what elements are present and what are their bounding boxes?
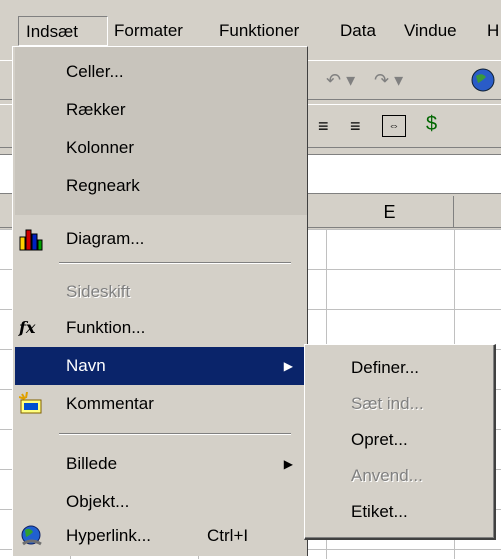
- menu-vindue[interactable]: Vindue: [404, 16, 457, 46]
- menu-item-regneark[interactable]: Regneark: [15, 167, 307, 205]
- menu-item-kolonner-label: Kolonner: [66, 138, 135, 157]
- menu-indsaet-label: Indsæt: [26, 22, 78, 41]
- submenu-item-opret-label: Opret...: [351, 430, 408, 449]
- menu-item-billede-label: Billede: [66, 454, 118, 473]
- menu-item-navn-label: Navn: [66, 356, 106, 375]
- currency-icon[interactable]: $: [426, 113, 437, 136]
- menu-funktioner-label: Funktioner: [219, 21, 300, 40]
- menu-item-celler-label: Celler...: [66, 62, 124, 81]
- navn-submenu: Definer... Sæt ind... Opret... Anvend...…: [304, 344, 496, 540]
- undo-icon[interactable]: ↶ ▾: [326, 71, 355, 89]
- submenu-item-saet-ind-label: Sæt ind...: [351, 394, 424, 413]
- web-globe-icon[interactable]: [470, 67, 496, 93]
- submenu-arrow-icon: ▶: [283, 359, 293, 373]
- menu-item-navn[interactable]: Navn ▶: [15, 347, 307, 385]
- menu-item-objekt[interactable]: Objekt...: [15, 483, 307, 521]
- menu-item-funktion[interactable]: fx Funktion...: [15, 309, 307, 347]
- submenu-item-etiket[interactable]: Etiket...: [351, 494, 408, 530]
- column-header-e[interactable]: E: [326, 196, 454, 228]
- menu-hjaelp[interactable]: H: [487, 16, 499, 46]
- submenu-item-opret[interactable]: Opret...: [351, 422, 408, 458]
- menu-item-raekker[interactable]: Rækker: [15, 91, 307, 129]
- menu-item-objekt-label: Objekt...: [66, 492, 130, 511]
- redo-icon[interactable]: ↷ ▾: [374, 71, 403, 89]
- menu-funktioner[interactable]: Funktioner: [219, 16, 299, 46]
- merge-center-icon[interactable]: ⇔: [382, 115, 406, 137]
- align-center-icon[interactable]: ≡: [318, 117, 329, 135]
- submenu-item-definer[interactable]: Definer...: [351, 350, 419, 386]
- submenu-item-definer-label: Definer...: [351, 358, 420, 377]
- menu-item-sideskift: Sideskift: [15, 273, 307, 311]
- menu-formater[interactable]: Formater: [114, 16, 183, 46]
- menu-item-diagram[interactable]: Diagram...: [15, 220, 307, 258]
- menu-item-kommentar[interactable]: Kommentar: [15, 385, 307, 423]
- menu-bar: Indsæt Formater Funktioner Data Vindue H: [0, 0, 501, 46]
- menu-item-hyperlink-label: Hyperlink...: [66, 526, 152, 545]
- menu-item-kommentar-label: Kommentar: [66, 394, 154, 413]
- menu-indsaet[interactable]: Indsæt: [18, 16, 108, 46]
- menu-separator: [59, 262, 291, 264]
- menu-data-label: Data: [340, 21, 376, 40]
- align-right-icon[interactable]: ≡: [350, 117, 361, 135]
- chart-wizard-icon: [19, 229, 43, 251]
- insert-menu: Celler... Rækker Kolonner Regneark Diagr…: [12, 46, 308, 556]
- function-fx-icon: fx: [19, 318, 36, 337]
- menu-item-kolonner[interactable]: Kolonner: [15, 129, 307, 167]
- menu-item-funktion-label: Funktion...: [66, 318, 146, 337]
- menu-data[interactable]: Data: [340, 16, 376, 46]
- submenu-arrow-icon: ▶: [283, 457, 293, 471]
- submenu-item-etiket-label: Etiket...: [351, 502, 408, 521]
- submenu-item-saet-ind: Sæt ind...: [351, 386, 424, 422]
- menu-hjaelp-label: H: [487, 21, 500, 40]
- menu-formater-label: Formater: [114, 21, 183, 40]
- submenu-item-anvend-label: Anvend...: [351, 466, 423, 485]
- menu-item-diagram-label: Diagram...: [66, 229, 145, 248]
- menu-item-billede[interactable]: Billede ▶: [15, 445, 307, 483]
- menu-vindue-label: Vindue: [404, 21, 457, 40]
- menu-separator: [59, 433, 291, 435]
- menu-item-regneark-label: Regneark: [66, 176, 140, 195]
- hyperlink-globe-icon: [21, 525, 42, 546]
- submenu-item-anvend: Anvend...: [351, 458, 423, 494]
- comment-icon: [19, 392, 42, 414]
- menu-item-celler[interactable]: Celler...: [15, 53, 307, 91]
- menu-item-hyperlink-shortcut: Ctrl+I: [207, 526, 249, 545]
- menu-item-raekker-label: Rækker: [66, 100, 126, 119]
- menu-item-sideskift-label: Sideskift: [66, 282, 131, 301]
- column-header-e-label: E: [383, 202, 396, 222]
- menu-item-hyperlink[interactable]: Hyperlink... Ctrl+I: [15, 517, 307, 555]
